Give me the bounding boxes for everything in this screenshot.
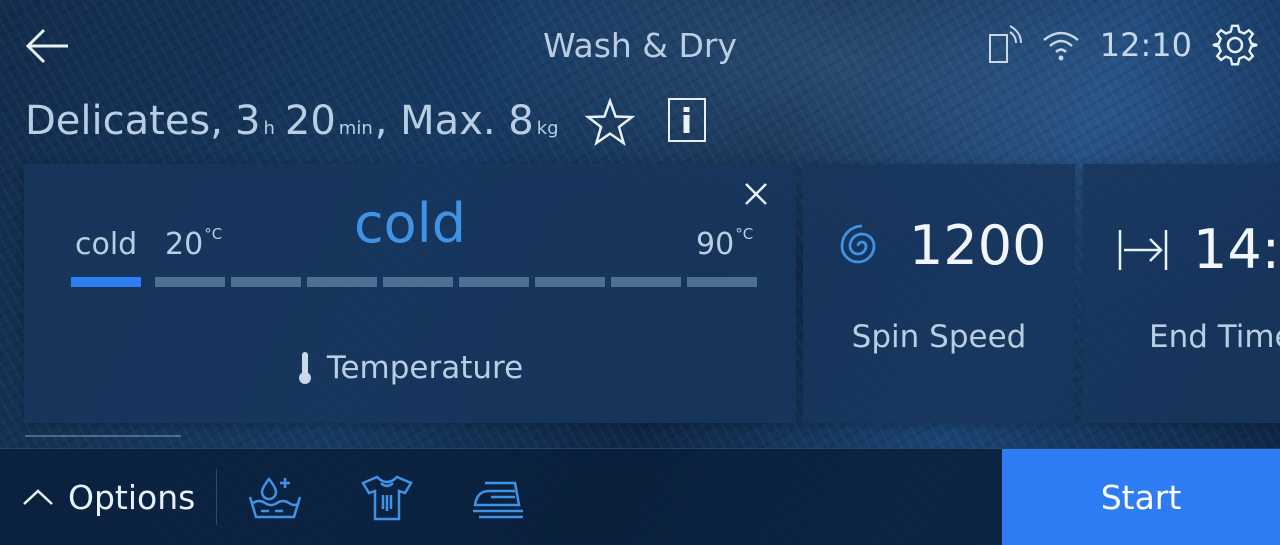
favorite-button[interactable] [584,97,636,147]
iron-option-button[interactable] [471,473,527,521]
program-hours: 3 [235,98,261,144]
end-time-label: End Time [1149,319,1280,355]
thermometer-icon [298,352,311,384]
temperature-level-segment[interactable] [535,277,605,287]
prewash-water-plus-icon [248,476,302,519]
temperature-level-segment[interactable] [459,277,529,287]
scale-label-20-value: 20 [165,227,204,262]
chevron-up-icon [23,489,53,505]
temperature-caption: Temperature [24,350,796,386]
spin-speed-row: 1200 [837,214,1046,277]
hand-wash-shirt-icon [361,475,413,521]
info-button[interactable] [668,98,706,142]
program-summary: Delicates, 3 h 20 min , Max. 8 kg [25,98,561,144]
scale-label-90-unit: °C [735,225,754,243]
scale-label-cold: cold [75,227,138,262]
program-max-unit: kg [536,118,559,139]
end-time-card[interactable]: 14: End Time [1083,164,1280,423]
program-hours-unit: h [263,118,275,139]
temperature-card: cold cold 20°C 90°C Temperature [24,164,796,423]
program-max-load: , Max. 8 [374,98,534,144]
temperature-level-segment[interactable] [231,277,301,287]
selected-temperature: cold [353,192,466,255]
end-time-arrow-icon [1118,229,1168,270]
scale-label-90: 90°C [696,225,754,262]
temperature-level-segment[interactable] [307,277,377,287]
temperature-level-segment[interactable] [155,277,225,287]
end-time-row: 14: [1117,218,1280,281]
scale-label-90-value: 90 [696,227,735,262]
start-button[interactable]: Start [1002,449,1280,545]
favorite-star-icon [584,97,636,147]
remote-control-icon[interactable] [986,25,1022,65]
program-name: Delicates, [25,98,223,144]
prewash-option-button[interactable] [247,473,303,521]
spin-swirl-icon [840,224,876,263]
temperature-level-segment[interactable] [687,277,757,287]
end-time-value: 14: [1193,218,1280,281]
scale-label-20: 20°C [165,225,223,262]
settings-gear-icon[interactable] [1212,22,1258,68]
program-minutes: 20 [284,98,336,144]
hand-wash-option-button[interactable] [359,473,415,521]
iron-icon [473,481,523,519]
bottom-bar: Options Start [0,448,1280,545]
temperature-level-segment[interactable] [611,277,681,287]
info-icon [683,107,690,133]
temperature-label: Temperature [326,350,524,386]
options-divider [216,469,217,525]
spin-speed-value: 1200 [909,214,1047,277]
options-button[interactable]: Options [22,449,195,545]
spin-speed-card[interactable]: 1200 Spin Speed [803,164,1075,423]
status-bar: 12:10 [986,22,1258,68]
temperature-level-segment[interactable] [71,277,141,287]
page-indicator-line [25,435,181,437]
temperature-level-segment[interactable] [383,277,453,287]
spin-speed-label: Spin Speed [851,319,1027,355]
program-minutes-unit: min [338,118,373,139]
scale-label-20-unit: °C [204,225,223,243]
options-label: Options [68,477,196,517]
clock: 12:10 [1099,26,1192,64]
wifi-icon[interactable] [1042,28,1080,62]
temperature-scale[interactable] [71,277,763,287]
